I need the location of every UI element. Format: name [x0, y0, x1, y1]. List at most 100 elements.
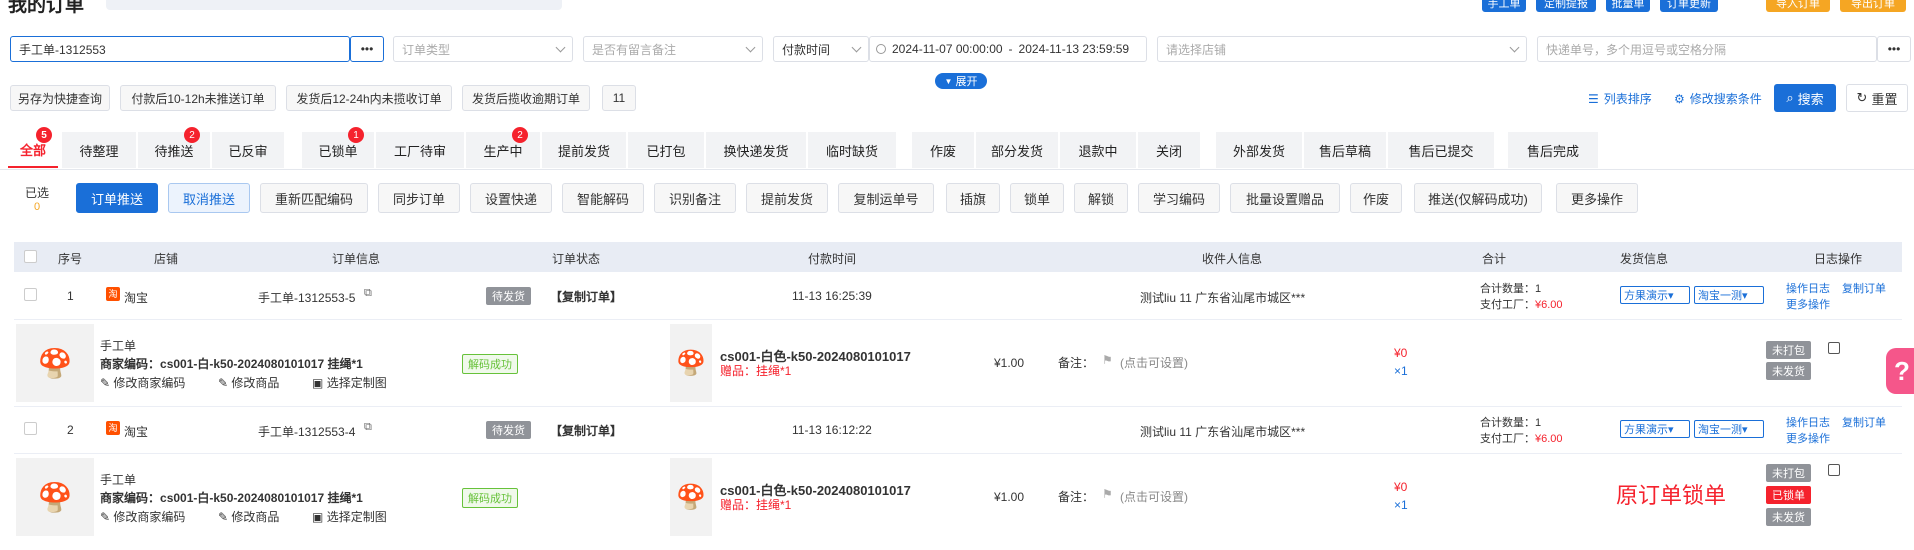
- choose-image-link[interactable]: ▣ 选择定制图: [312, 508, 387, 525]
- rematch-code-button[interactable]: 重新匹配编码: [260, 183, 368, 213]
- lock-order-button[interactable]: 锁单: [1010, 183, 1064, 213]
- manual-order-button[interactable]: 手工单: [1482, 0, 1526, 12]
- edit-goods-link[interactable]: ✎ 修改商品: [218, 374, 279, 391]
- operation-log-link[interactable]: 操作日志: [1786, 414, 1830, 430]
- copy-order-link[interactable]: 复制订单: [1842, 280, 1886, 296]
- unlock-order-button[interactable]: 解锁: [1074, 183, 1128, 213]
- tab-to-push[interactable]: 待推送 2: [138, 127, 210, 168]
- row-checkbox[interactable]: [24, 288, 37, 301]
- ship-template-select[interactable]: 方果演示 ▾: [1620, 286, 1690, 304]
- edit-goods-link[interactable]: ✎ 修改商品: [218, 508, 279, 525]
- remark-set-link[interactable]: (点击可设置): [1120, 354, 1188, 371]
- tab-factory-review[interactable]: 工厂待审: [376, 132, 464, 168]
- mushroom-icon: 🍄: [676, 483, 706, 511]
- col-ship-info: 发货信息: [1620, 252, 1669, 266]
- ship-express-select[interactable]: 淘宝一测 ▾: [1694, 420, 1764, 438]
- unlock-icon[interactable]: [1828, 342, 1840, 354]
- tab-reverse-audited[interactable]: 已反审: [212, 132, 284, 168]
- tab-early-ship[interactable]: 提前发货: [542, 132, 626, 168]
- tab-temp-out-of-stock[interactable]: 临时缺货: [808, 132, 896, 168]
- batch-order-button[interactable]: 批量单: [1606, 0, 1650, 12]
- unlock-icon[interactable]: [1828, 464, 1840, 476]
- set-express-button[interactable]: 设置快递: [470, 183, 552, 213]
- choose-image-label: 选择定制图: [326, 510, 387, 524]
- copy-icon[interactable]: ⧉: [364, 287, 372, 300]
- remark-set-link[interactable]: (点击可设置): [1120, 488, 1188, 505]
- early-ship-button[interactable]: 提前发货: [746, 183, 828, 213]
- more-ops-link[interactable]: 更多操作: [1786, 296, 1830, 312]
- order-no-input[interactable]: 手工单-1312553: [10, 36, 350, 62]
- tab-all[interactable]: 全部 5: [8, 127, 58, 168]
- pay-time-type-select[interactable]: 付款时间: [773, 36, 869, 62]
- remark-select[interactable]: 是否有留言备注: [583, 36, 763, 62]
- flag-icon[interactable]: ⚑: [1102, 353, 1113, 367]
- recognize-remark-button[interactable]: 识别备注: [654, 183, 736, 213]
- mushroom-icon: 🍄: [37, 481, 73, 513]
- ship-express-select[interactable]: 淘宝一测 ▾: [1694, 286, 1764, 304]
- quick-count-button[interactable]: 11: [602, 85, 636, 111]
- tab-in-production[interactable]: 生产中 2: [466, 127, 540, 168]
- reset-button[interactable]: ↻ 重置: [1846, 84, 1908, 112]
- tab-external-ship[interactable]: 外部发货: [1216, 132, 1302, 168]
- status-badge: 待发货: [486, 287, 531, 305]
- help-button[interactable]: ?: [1886, 348, 1914, 394]
- list-sort-button[interactable]: ☰ 列表排序: [1588, 90, 1652, 107]
- tab-aftersale-draft[interactable]: 售后草稿: [1304, 132, 1386, 168]
- order-no-more-button[interactable]: •••: [350, 36, 384, 62]
- batch-gift-button[interactable]: 批量设置赠品: [1230, 183, 1340, 213]
- smart-decode-button[interactable]: 智能解码: [562, 183, 644, 213]
- ship-template-select[interactable]: 方果演示 ▾: [1620, 420, 1690, 438]
- flag-icon[interactable]: ⚑: [1102, 487, 1113, 501]
- date-range-picker[interactable]: 2024-11-07 00:00:00 - 2024-11-13 23:59:5…: [869, 36, 1147, 62]
- selected-number: 0: [33, 201, 41, 213]
- tab-to-organize[interactable]: 待整理: [62, 132, 136, 168]
- export-orders-button[interactable]: 导出订单: [1840, 0, 1906, 12]
- quick-uncollected-button[interactable]: 发货后12-24h内未揽收订单: [286, 85, 452, 111]
- cancel-push-button[interactable]: 取消推送: [168, 183, 250, 213]
- tab-packed[interactable]: 已打包: [628, 132, 704, 168]
- select-all-checkbox[interactable]: [24, 250, 37, 263]
- copy-waybill-button[interactable]: 复制运单号: [838, 183, 934, 213]
- choose-image-link[interactable]: ▣ 选择定制图: [312, 374, 387, 391]
- row-checkbox[interactable]: [24, 422, 37, 435]
- search-button[interactable]: ⌕ 搜索: [1774, 84, 1836, 112]
- tab-aftersale-submitted[interactable]: 售后已提交: [1388, 132, 1494, 168]
- learn-code-button[interactable]: 学习编码: [1138, 183, 1220, 213]
- express-more-button[interactable]: •••: [1877, 36, 1911, 62]
- more-actions-button[interactable]: 更多操作: [1556, 183, 1638, 213]
- flag-button[interactable]: 插旗: [946, 183, 1000, 213]
- copy-icon[interactable]: ⧉: [364, 421, 372, 434]
- tab-voided[interactable]: 作废: [912, 132, 974, 168]
- tab-partial-ship[interactable]: 部分发货: [976, 132, 1058, 168]
- sort-icon: ☰: [1588, 91, 1599, 106]
- push-decoded-button[interactable]: 推送(仅解码成功): [1414, 183, 1542, 213]
- import-orders-button[interactable]: 导入订单: [1766, 0, 1830, 12]
- operation-log-link[interactable]: 操作日志: [1786, 280, 1830, 296]
- expand-toggle[interactable]: ▼ 展开: [935, 73, 987, 89]
- save-quick-query-button[interactable]: 另存为快捷查询: [10, 85, 110, 111]
- quick-unpushed-button[interactable]: 付款后10-12h未推送订单: [120, 85, 276, 111]
- factory-pay-amount: ¥6.00: [1535, 299, 1563, 311]
- tab-locked[interactable]: 已锁单 1: [302, 127, 374, 168]
- express-no-input[interactable]: 快递单号，多个用逗号或空格分隔: [1537, 36, 1877, 62]
- tab-refunding[interactable]: 退款中: [1060, 132, 1136, 168]
- custom-report-button[interactable]: 定制提报: [1536, 0, 1596, 12]
- order-push-button[interactable]: 订单推送: [76, 183, 158, 213]
- order-type-select[interactable]: 订单类型: [393, 36, 573, 62]
- tab-change-express[interactable]: 换快递发货: [706, 132, 806, 168]
- quick-overdue-button[interactable]: 发货后揽收逾期订单: [462, 85, 590, 111]
- shop-select[interactable]: 请选择店铺: [1157, 36, 1527, 62]
- tab-closed[interactable]: 关闭: [1138, 132, 1200, 168]
- order-update-button[interactable]: 订单更新: [1660, 0, 1718, 12]
- edit-merchant-code-link[interactable]: ✎ 修改商家编码: [100, 374, 185, 391]
- edit-merchant-code-link[interactable]: ✎ 修改商家编码: [100, 508, 185, 525]
- sync-order-button[interactable]: 同步订单: [378, 183, 460, 213]
- tab-aftersale-done[interactable]: 售后完成: [1508, 132, 1598, 168]
- void-button[interactable]: 作废: [1350, 183, 1402, 213]
- tab-label: 待整理: [79, 143, 119, 159]
- edit-conditions-button[interactable]: ⚙ 修改搜索条件: [1674, 90, 1762, 107]
- more-ops-link[interactable]: 更多操作: [1786, 430, 1830, 446]
- copy-order-link[interactable]: 复制订单: [1842, 414, 1886, 430]
- col-order-status: 订单状态: [552, 252, 601, 266]
- header-search-box[interactable]: [106, 0, 562, 10]
